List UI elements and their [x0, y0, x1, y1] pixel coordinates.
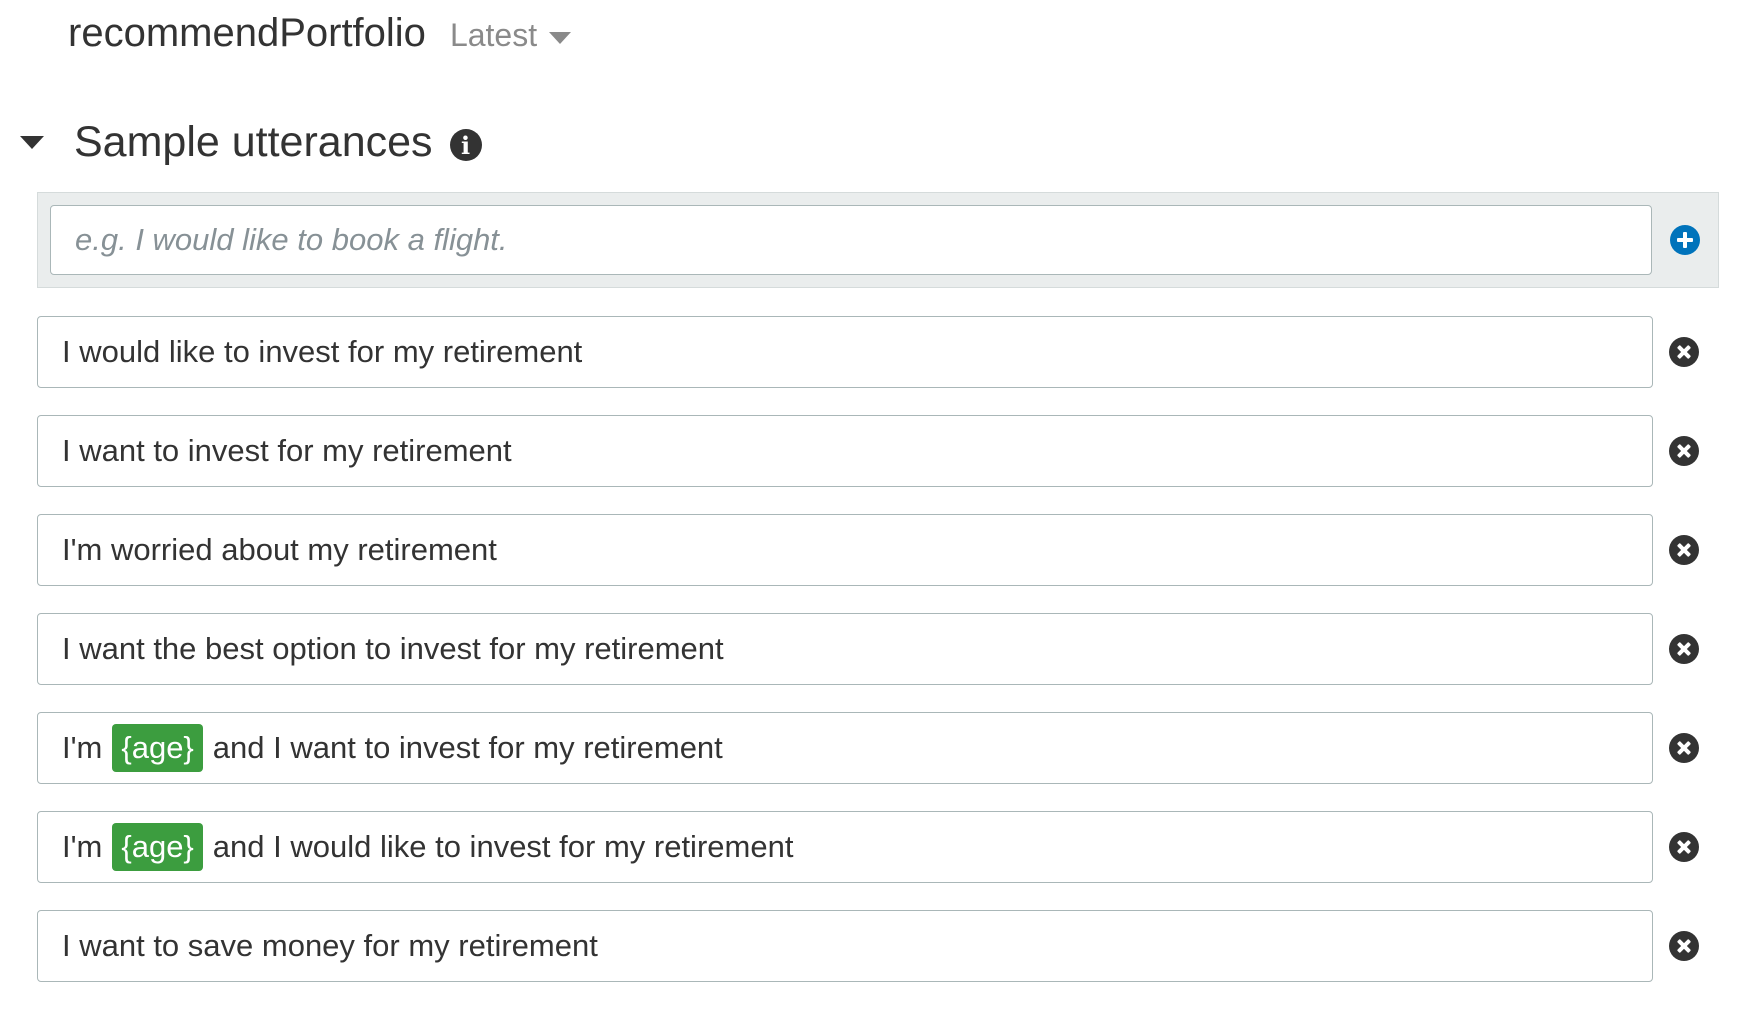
utterance-text: and I want to invest for my retirement: [212, 730, 723, 765]
utterance-field[interactable]: I'm worried about my retirement: [37, 514, 1653, 586]
caret-down-icon: [549, 31, 572, 44]
intent-header: recommendPortfolio Latest: [68, 8, 572, 58]
utterance-row: I would like to invest for my retirement: [37, 316, 1737, 388]
utterance-text: I would like to invest for my retirement: [62, 334, 583, 369]
utterance-text: and I would like to invest for my retire…: [212, 829, 794, 864]
utterance-row: I want to save money for my retirement: [37, 910, 1737, 982]
utterance-row: I want the best option to invest for my …: [37, 613, 1737, 685]
delete-utterance-button[interactable]: [1669, 832, 1699, 862]
utterance-row: I'm {age} and I want to invest for my reti…: [37, 712, 1737, 784]
utterance-text: I'm worried about my retirement: [62, 532, 497, 567]
section-title: Sample utterances: [74, 117, 433, 166]
utterance-text: I want the best option to invest for my …: [62, 631, 724, 666]
delete-utterance-button[interactable]: [1669, 733, 1699, 763]
new-utterance-panel: [37, 192, 1719, 288]
utterance-field[interactable]: I want the best option to invest for my …: [37, 613, 1653, 685]
delete-utterance-button[interactable]: [1669, 337, 1699, 367]
version-dropdown[interactable]: Latest: [449, 17, 572, 54]
new-utterance-input[interactable]: [50, 205, 1652, 275]
info-icon[interactable]: i: [449, 129, 482, 161]
utterance-field[interactable]: I want to invest for my retirement: [37, 415, 1653, 487]
utterance-list: I would like to invest for my retirement…: [37, 316, 1737, 1009]
collapse-caret-icon[interactable]: [20, 135, 44, 149]
utterance-text: I'm: [62, 829, 103, 864]
utterance-row: I'm {age} and I would like to invest for m…: [37, 811, 1737, 883]
utterance-field[interactable]: I'm {age} and I would like to invest for m…: [37, 811, 1653, 883]
utterance-row: I want to invest for my retirement: [37, 415, 1737, 487]
utterance-text: I want to invest for my retirement: [62, 433, 512, 468]
utterance-field[interactable]: I want to save money for my retirement: [37, 910, 1653, 982]
delete-utterance-button[interactable]: [1669, 535, 1699, 565]
version-label: Latest: [449, 17, 538, 53]
utterance-row: I'm worried about my retirement: [37, 514, 1737, 586]
slot-chip[interactable]: {age}: [112, 724, 203, 772]
add-utterance-button[interactable]: [1670, 225, 1700, 255]
utterance-text: I'm: [62, 730, 103, 765]
delete-utterance-button[interactable]: [1669, 931, 1699, 961]
delete-utterance-button[interactable]: [1669, 436, 1699, 466]
utterance-field[interactable]: I'm {age} and I want to invest for my reti…: [37, 712, 1653, 784]
utterance-text: I want to save money for my retirement: [62, 928, 598, 963]
sample-utterances-header: Sample utterances i: [20, 112, 482, 172]
delete-utterance-button[interactable]: [1669, 634, 1699, 664]
slot-chip[interactable]: {age}: [112, 823, 203, 871]
intent-name: recommendPortfolio: [68, 11, 426, 55]
utterance-field[interactable]: I would like to invest for my retirement: [37, 316, 1653, 388]
